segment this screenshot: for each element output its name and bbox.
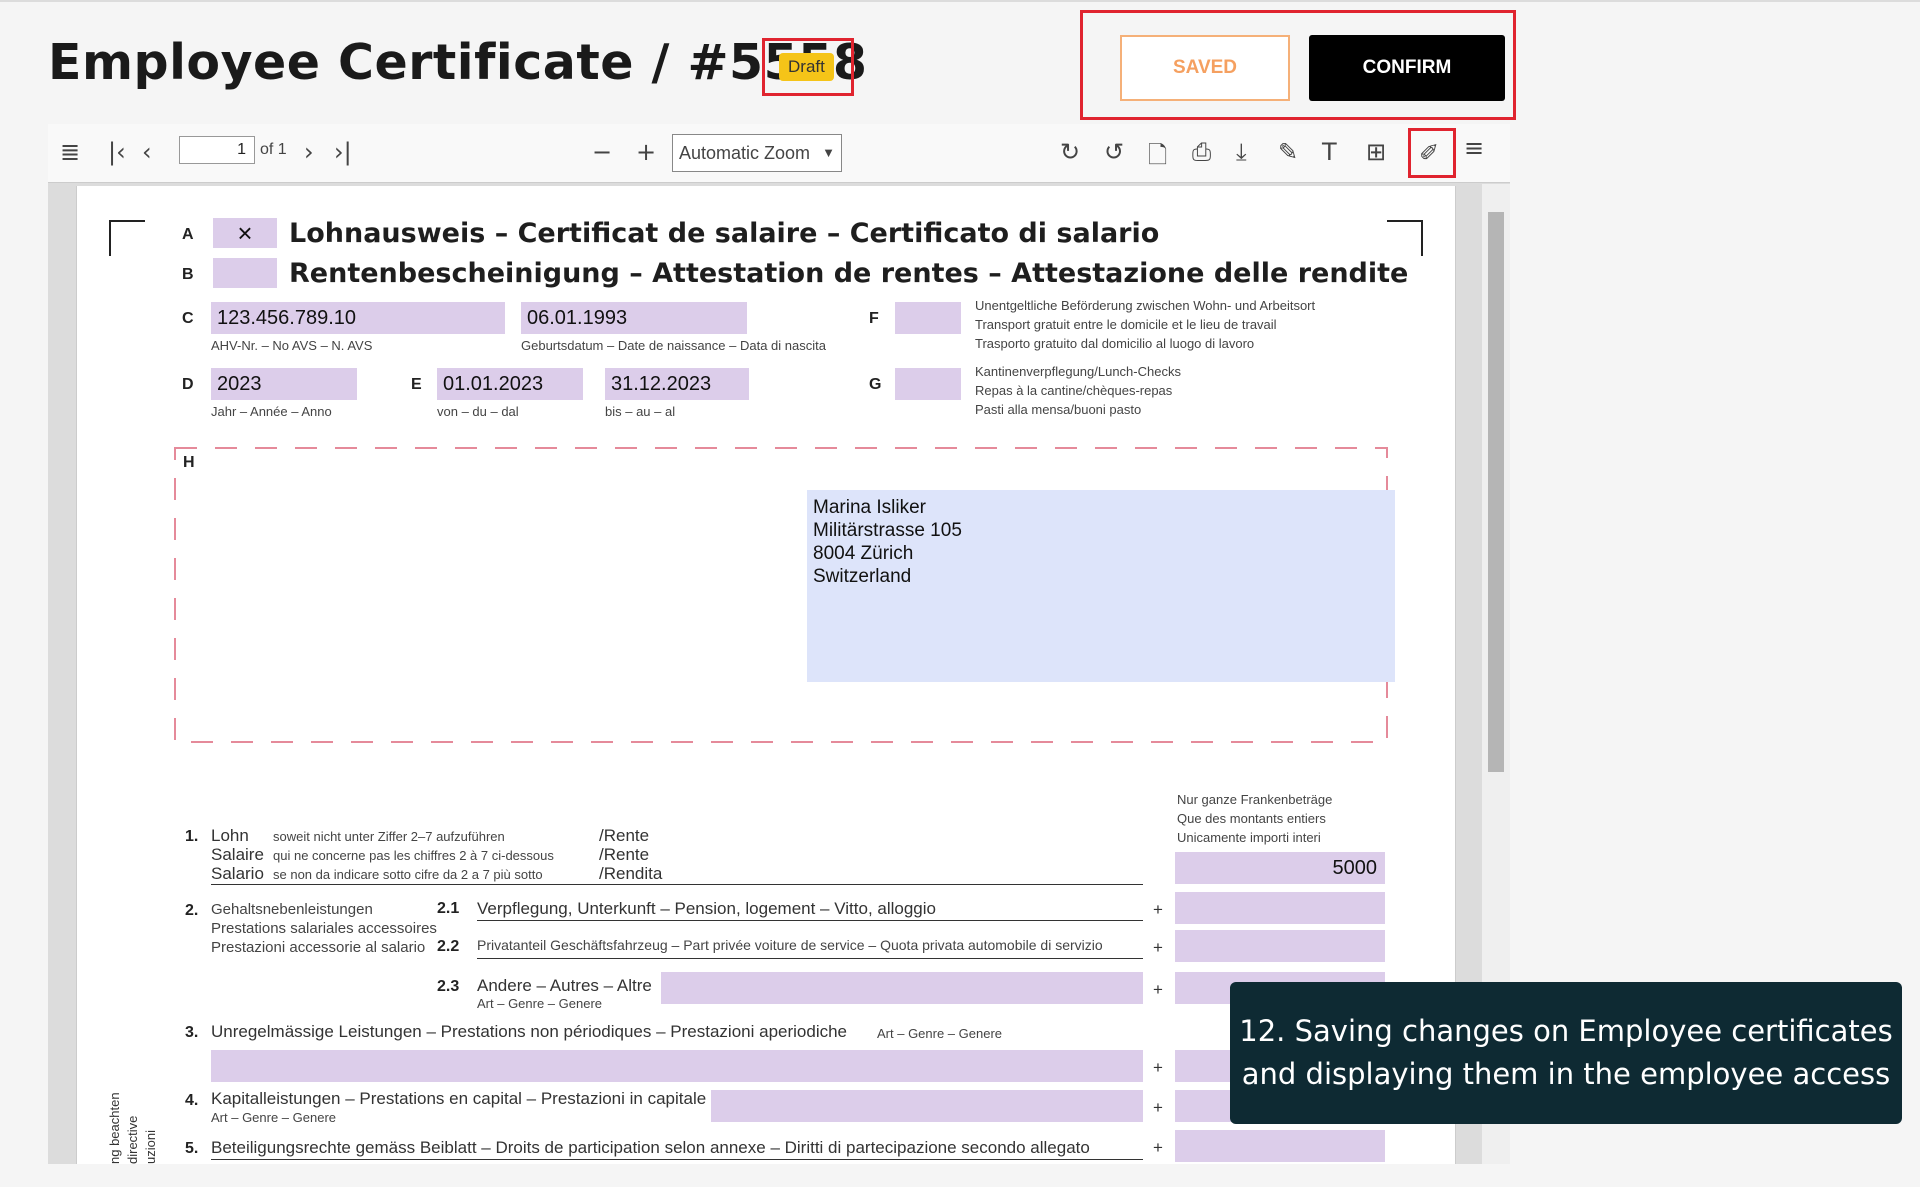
last-page-icon[interactable]: ›|: [334, 138, 352, 166]
item-4-type-field[interactable]: [711, 1090, 1143, 1122]
menu-icon[interactable]: ≡: [1464, 134, 1484, 162]
item-2-label-de: Gehaltsnebenleistungen: [211, 901, 373, 918]
confirm-button[interactable]: CONFIRM: [1309, 35, 1505, 101]
item-1-rente-it: /Rendita: [599, 864, 663, 883]
address-field[interactable]: Marina Isliker Militärstrasse 105 8004 Z…: [807, 490, 1395, 682]
top-divider: [0, 0, 1920, 2]
item-2-2-number: 2.2: [437, 938, 460, 955]
zoom-select[interactable]: Automatic Zoom ▼: [672, 134, 842, 172]
zoom-value: Automatic Zoom: [679, 143, 811, 163]
side-note-3: uzioni: [143, 1130, 158, 1164]
item-2-3-type-field[interactable]: [661, 972, 1143, 1004]
page-title: Employee Certificate / #5558: [48, 34, 868, 91]
draw-tool-highlight: ✐: [1408, 128, 1456, 178]
chevron-down-icon: ▼: [822, 145, 835, 160]
amount-note-1: Nur ganze Frankenbeträge: [1177, 792, 1333, 807]
plus-sign: +: [1153, 1098, 1163, 1117]
item-1-amount-field[interactable]: 5000: [1175, 852, 1385, 884]
item-1-number: 1.: [185, 828, 199, 845]
highlight-icon[interactable]: ✎: [1278, 138, 1298, 166]
tutorial-caption: 12. Saving changes on Employee certifica…: [1230, 982, 1902, 1124]
plus-sign: +: [1153, 980, 1163, 999]
actions-highlight: SAVED CONFIRM: [1080, 10, 1516, 120]
item-1-rente-de: /Rente: [599, 826, 650, 845]
side-note-1: ng beachten: [107, 1092, 122, 1164]
item-2-2-underline: [477, 958, 1143, 959]
item-2-2-label: Privatanteil Geschäftsfahrzeug – Part pr…: [477, 937, 1103, 953]
status-badge: Draft: [779, 53, 834, 81]
item-1-label-de: Lohn: [211, 826, 249, 845]
item-2-1-label: Verpflegung, Unterkunft – Pension, logem…: [477, 899, 936, 918]
item-2-number: 2.: [185, 902, 199, 919]
item-2-3-label: Andere – Autres – Altre: [477, 976, 652, 995]
address-name: Marina Isliker: [813, 497, 926, 518]
page-count-label: of 1: [260, 141, 287, 158]
address-street: Militärstrasse 105: [813, 520, 962, 541]
item-5-underline: [211, 1159, 1143, 1160]
rotate-ccw-icon[interactable]: ↺: [1104, 138, 1124, 166]
caption-line-1: 12. Saving changes on Employee certifica…: [1239, 1014, 1893, 1048]
pdf-toolbar: ≣ |‹ ‹ 1 of 1 › ›| − + Automatic Zoom ▼ …: [48, 124, 1510, 183]
sidebar-toggle-icon[interactable]: ≣: [60, 138, 80, 166]
item-5-amount-field[interactable]: [1175, 1130, 1385, 1162]
download-icon[interactable]: ⤓: [1236, 138, 1247, 166]
side-note-2: directive: [125, 1115, 140, 1164]
saved-button[interactable]: SAVED: [1120, 35, 1290, 101]
item-3-number: 3.: [185, 1024, 199, 1041]
previous-page-icon[interactable]: ‹: [142, 138, 152, 166]
zoom-in-icon[interactable]: +: [636, 138, 656, 166]
first-page-icon[interactable]: |‹: [108, 138, 126, 166]
add-image-icon[interactable]: ⊞: [1366, 138, 1386, 166]
item-2-label-fr: Prestations salariales accessoires: [211, 920, 437, 937]
page-number-input[interactable]: 1: [179, 136, 255, 164]
item-2-label-it: Prestazioni accessorie al salario: [211, 939, 426, 956]
text-icon[interactable]: T: [1322, 138, 1337, 166]
item-4-label: Kapitalleistungen – Prestations en capit…: [211, 1089, 707, 1108]
item-2-1-number: 2.1: [437, 900, 460, 917]
item-2-2-amount-field[interactable]: [1175, 930, 1385, 962]
draw-icon[interactable]: ✐: [1419, 139, 1439, 167]
item-3-label: Unregelmässige Leistungen – Prestations …: [211, 1022, 848, 1041]
item-5-label: Beteiligungsrechte gemäss Beiblatt – Dro…: [211, 1138, 1090, 1157]
item-2-3-number: 2.3: [437, 978, 460, 995]
item-1-note-it: se non da indicare sotto cifre da 2 a 7 …: [273, 867, 543, 882]
print-icon[interactable]: ⎙: [1192, 138, 1211, 166]
item-1-label-fr: Salaire: [211, 845, 264, 864]
item-5-number: 5.: [185, 1140, 199, 1157]
plus-sign: +: [1153, 1058, 1163, 1077]
row-h-letter: H: [183, 454, 195, 471]
item-1-note-de: soweit nicht unter Ziffer 2–7 aufzuführe…: [273, 829, 505, 844]
item-4-caption: Art – Genre – Genere: [211, 1110, 337, 1125]
draft-highlight: Draft: [762, 38, 854, 96]
address-country: Switzerland: [813, 566, 912, 587]
item-2-3-caption: Art – Genre – Genere: [477, 996, 603, 1011]
item-3-type-field[interactable]: [211, 1050, 1143, 1082]
next-page-icon[interactable]: ›: [304, 138, 314, 166]
item-1-note-fr: qui ne concerne pas les chiffres 2 à 7 c…: [273, 848, 554, 863]
open-file-icon[interactable]: 🗋: [1148, 138, 1167, 179]
item-2-1-amount-field[interactable]: [1175, 892, 1385, 924]
plus-sign: +: [1153, 938, 1163, 957]
item-2-1-underline: [477, 920, 1143, 921]
item-4-number: 4.: [185, 1092, 199, 1109]
rotate-cw-icon[interactable]: ↻: [1060, 138, 1080, 166]
zoom-out-icon[interactable]: −: [592, 138, 612, 166]
item-1-underline: [211, 884, 1143, 885]
item-3-caption: Art – Genre – Genere: [877, 1026, 1003, 1041]
caption-line-2: and displaying them in the employee acce…: [1241, 1057, 1891, 1091]
scroll-thumb[interactable]: [1488, 212, 1504, 772]
plus-sign: +: [1153, 1138, 1163, 1157]
item-1-rente-fr: /Rente: [599, 845, 650, 864]
item-1-label-it: Salario: [211, 864, 264, 883]
address-city: 8004 Zürich: [813, 543, 914, 564]
plus-sign: +: [1153, 900, 1163, 919]
amount-note-2: Que des montants entiers: [1177, 811, 1326, 826]
amount-note-3: Unicamente importi interi: [1177, 830, 1321, 845]
